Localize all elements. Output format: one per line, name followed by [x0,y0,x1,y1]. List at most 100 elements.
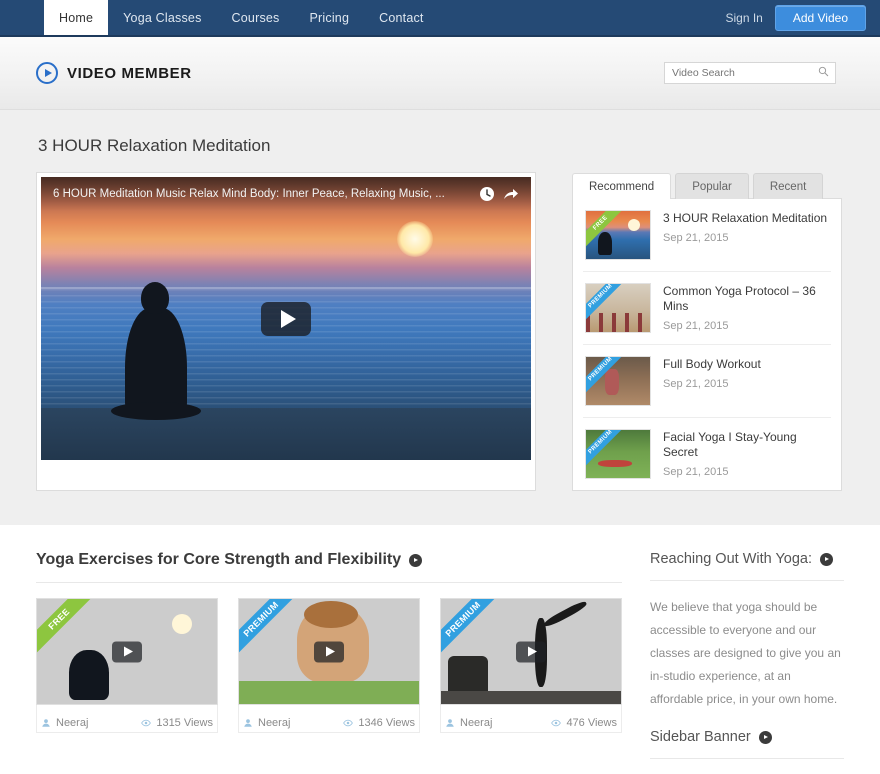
featured-row: 6 HOUR Meditation Music Relax Mind Body:… [36,172,844,491]
sidebar-banner-heading: Sidebar Banner [650,729,844,745]
ribbon-badge: PREMIUM [441,599,503,659]
beach-graphic [41,408,531,460]
search-container [664,62,836,84]
exercises-column: Yoga Exercises for Core Strength and Fle… [36,551,622,774]
arrow-circle-icon[interactable] [758,730,772,744]
list-item-date: Sep 21, 2015 [663,320,729,332]
reaching-out-title: Reaching Out With Yoga: [650,551,813,567]
site-logo[interactable]: VIDEO MEMBER [36,62,192,84]
user-icon [42,719,50,727]
thumbnail: PREMIUM [585,356,651,406]
nav-item-courses[interactable]: Courses [217,0,295,35]
sidebar-tab-panel: FREE 3 HOUR Relaxation Meditation Sep 21… [572,198,842,491]
eye-icon [343,719,354,727]
user-icon [446,719,454,727]
nav-actions: Sign In Add Video [725,0,880,35]
eye-icon [141,719,152,727]
list-item-date: Sep 21, 2015 [663,232,729,244]
search-input[interactable] [664,62,836,84]
play-icon[interactable] [314,641,344,662]
list-item-date: Sep 21, 2015 [663,466,729,478]
card-thumbnail[interactable]: FREE [36,598,218,705]
list-item-title: Common Yoga Protocol – 36 Mins [663,284,816,313]
search-icon[interactable] [818,66,829,77]
card-thumbnail[interactable]: PREMIUM [238,598,420,705]
divider [36,582,622,583]
play-icon[interactable] [261,301,311,336]
list-item-meta: Facial Yoga I Stay-Young Secret Sep 21, … [663,429,829,478]
thumbnail: PREMIUM [585,283,651,333]
card-thumbnail[interactable]: PREMIUM [440,598,622,705]
reaching-out-heading: Reaching Out With Yoga: [650,551,844,567]
play-icon[interactable] [516,641,546,662]
sidebar-banner-title: Sidebar Banner [650,729,751,745]
sign-in-link[interactable]: Sign In [725,11,762,25]
nav-item-home[interactable]: Home [44,0,109,35]
card-meta: Neeraj 1315 Views [36,705,218,733]
thumbnail: FREE [585,210,651,260]
reaching-out-body: We believe that yoga should be accessibl… [650,600,841,706]
nav-item-contact[interactable]: Contact [364,0,438,35]
card-author-name: Neeraj [258,717,291,729]
user-icon [244,719,252,727]
section-title: Yoga Exercises for Core Strength and Fle… [36,551,402,568]
card-views: 1315 Views [141,717,213,729]
logo-text-part2: MEMBER [121,64,192,82]
card-views: 476 Views [551,717,617,729]
card-author: Neeraj [243,717,290,729]
video-player-card: 6 HOUR Meditation Music Relax Mind Body:… [36,172,536,491]
player-title-bar: 6 HOUR Meditation Music Relax Mind Body:… [41,177,531,211]
nav-item-yoga-classes[interactable]: Yoga Classes [108,0,216,35]
list-item-title: Full Body Workout [663,357,761,371]
eye-icon [551,719,562,727]
list-item[interactable]: PREMIUM Common Yoga Protocol – 36 Mins S… [583,272,831,345]
page-title: 3 HOUR Relaxation Meditation [38,136,271,155]
featured-section: 3 HOUR Relaxation Meditation 6 HOUR Medi… [0,110,880,525]
site-header: VIDEO MEMBER [0,37,880,110]
list-item[interactable]: PREMIUM Full Body Workout Sep 21, 2015 [583,345,831,418]
arrow-circle-icon[interactable] [820,552,834,566]
list-item-title: 3 HOUR Relaxation Meditation [663,211,828,225]
card-views-count: 476 Views [566,717,617,729]
video-list-sidebar: Recommend Popular Recent FREE 3 HOUR Rel… [572,172,842,491]
card-author: Neeraj [41,717,88,729]
tab-recent[interactable]: Recent [752,173,824,199]
video-card[interactable]: PREMIUM Neeraj [440,598,622,733]
clock-icon[interactable] [479,186,495,202]
video-player[interactable]: 6 HOUR Meditation Music Relax Mind Body:… [41,177,531,460]
sidebar-tabs: Recommend Popular Recent [572,172,842,199]
video-card[interactable]: PREMIUM Neeraj [238,598,420,733]
add-video-button[interactable]: Add Video [774,4,866,31]
thumbnail: PREMIUM [585,429,651,479]
card-author-name: Neeraj [460,717,493,729]
ribbon-badge: PREMIUM [239,599,301,659]
meditating-figure-graphic [111,282,201,420]
card-author: Neeraj [445,717,492,729]
video-card[interactable]: FREE Neeraj 1315 Views [36,598,218,733]
list-item[interactable]: PREMIUM Facial Yoga I Stay-Young Secret … [583,418,831,490]
divider [650,580,844,581]
list-item[interactable]: FREE 3 HOUR Relaxation Meditation Sep 21… [583,199,831,272]
nav-item-pricing[interactable]: Pricing [295,0,365,35]
list-item-date: Sep 21, 2015 [663,378,729,390]
player-video-title: 6 HOUR Meditation Music Relax Mind Body:… [53,188,445,200]
tab-recommend[interactable]: Recommend [572,173,672,199]
divider [650,758,844,759]
exercises-heading: Yoga Exercises for Core Strength and Fle… [36,551,622,569]
list-item-meta: Full Body Workout Sep 21, 2015 [663,356,761,390]
card-author-name: Neeraj [56,717,89,729]
logo-text: VIDEO MEMBER [67,65,192,82]
play-icon[interactable] [112,641,142,662]
logo-text-part1: VIDEO [67,64,122,82]
bottom-section: Yoga Exercises for Core Strength and Fle… [0,525,880,774]
sun-graphic [397,221,433,257]
video-card-grid: FREE Neeraj 1315 Views PREMIUM Neeraj 13… [36,598,622,733]
list-item-meta: 3 HOUR Relaxation Meditation Sep 21, 201… [663,210,827,244]
tab-popular[interactable]: Popular [675,173,749,199]
top-navigation-bar: Home Yoga Classes Courses Pricing Contac… [0,0,880,37]
share-arrow-icon[interactable] [503,186,519,202]
list-item-meta: Common Yoga Protocol – 36 Mins Sep 21, 2… [663,283,829,332]
arrow-circle-icon[interactable] [409,553,423,567]
play-circle-icon [36,62,58,84]
card-meta: Neeraj 1346 Views [238,705,420,733]
